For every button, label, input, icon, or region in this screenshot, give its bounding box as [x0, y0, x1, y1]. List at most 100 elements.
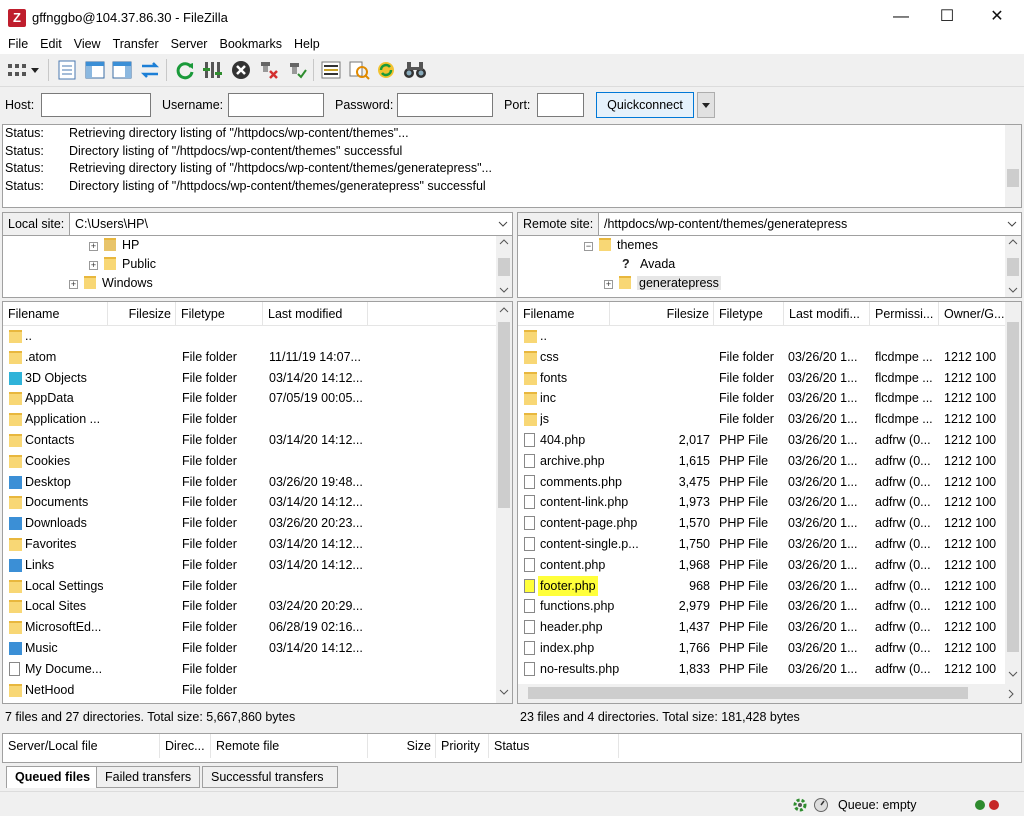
- queue-column-local-file[interactable]: Server/Local file: [3, 734, 160, 758]
- tree-node-public[interactable]: + Public: [89, 255, 156, 274]
- file-row[interactable]: css File folder 03/26/20 1... flcdmpe ... 12…: [518, 347, 1007, 368]
- speed-limit-icon[interactable]: [813, 797, 829, 813]
- file-row[interactable]: content-link.php 1,973 PHP File 03/26/20 1.…: [518, 492, 1007, 513]
- file-row[interactable]: ..: [518, 326, 1007, 347]
- scroll-down-icon[interactable]: [1008, 670, 1018, 678]
- file-row[interactable]: content-page.php 1,570 PHP File 03/26/20 1.…: [518, 513, 1007, 534]
- chevron-down-icon[interactable]: [498, 216, 508, 232]
- queue-column-priority[interactable]: Priority: [436, 734, 489, 758]
- local-directory-tree[interactable]: + HP + Public + Windows: [2, 236, 513, 298]
- file-row[interactable]: MicrosoftEd... File folder 06/28/19 02:16.…: [3, 617, 498, 638]
- close-button[interactable]: ✕: [974, 0, 1020, 34]
- file-row[interactable]: Cookies File folder: [3, 451, 498, 472]
- find-icon[interactable]: [375, 59, 397, 81]
- column-filename[interactable]: Filename: [518, 302, 610, 326]
- local-list-scrollbar[interactable]: [496, 302, 512, 703]
- tree-node-generatepress[interactable]: + generatepress: [604, 274, 721, 293]
- refresh-icon[interactable]: [174, 59, 196, 81]
- file-row[interactable]: content.php 1,968 PHP File 03/26/20 1... adf…: [518, 555, 1007, 576]
- tree-node-windows[interactable]: + Windows: [69, 274, 153, 293]
- quickconnect-button[interactable]: Quickconnect: [596, 92, 694, 118]
- file-row[interactable]: footer.php 968 PHP File 03/26/20 1... adfrw …: [518, 575, 1007, 597]
- tab-queued-files[interactable]: Queued files: [6, 766, 100, 788]
- scroll-up-icon[interactable]: [1008, 238, 1018, 246]
- queue-column-size[interactable]: Size: [368, 734, 436, 758]
- filter-icon[interactable]: [202, 59, 224, 81]
- local-tree-scrollbar[interactable]: [496, 236, 512, 297]
- remote-tree-scrollbar[interactable]: [1005, 236, 1021, 297]
- tab-successful-transfers[interactable]: Successful transfers: [202, 766, 338, 788]
- gear-icon[interactable]: [792, 797, 808, 813]
- scroll-down-icon[interactable]: [1008, 286, 1018, 294]
- username-input[interactable]: [228, 93, 324, 117]
- file-row[interactable]: no-results.php 1,833 PHP File 03/26/20 1...…: [518, 659, 1007, 680]
- file-row[interactable]: header.php 1,437 PHP File 03/26/20 1... adfr…: [518, 617, 1007, 638]
- scroll-down-icon[interactable]: [499, 286, 509, 294]
- file-row[interactable]: js File folder 03/26/20 1... flcdmpe ... 121…: [518, 409, 1007, 430]
- file-row[interactable]: Favorites File folder 03/14/20 14:12...: [3, 534, 498, 555]
- transfer-queue[interactable]: Server/Local file Direc... Remote file S…: [2, 733, 1022, 763]
- column-filetype[interactable]: Filetype: [714, 302, 784, 326]
- host-input[interactable]: [41, 93, 151, 117]
- file-row[interactable]: My Docume... File folder: [3, 659, 498, 680]
- column-filesize[interactable]: Filesize: [108, 302, 176, 326]
- log-scrollbar[interactable]: [1005, 125, 1021, 207]
- scroll-up-icon[interactable]: [499, 238, 509, 246]
- password-input[interactable]: [397, 93, 493, 117]
- minimize-button[interactable]: —: [878, 0, 924, 34]
- file-row[interactable]: content-single.p... 1,750 PHP File 03/26/20…: [518, 534, 1007, 555]
- file-row[interactable]: Documents File folder 03/14/20 14:12...: [3, 492, 498, 513]
- file-row[interactable]: Local Settings File folder: [3, 576, 498, 597]
- menu-file[interactable]: File: [0, 34, 32, 51]
- menu-edit[interactable]: Edit: [32, 34, 66, 51]
- file-row[interactable]: .atom File folder 11/11/19 14:07...: [3, 347, 498, 368]
- queue-column-direction[interactable]: Direc...: [160, 734, 211, 758]
- file-row[interactable]: fonts File folder 03/26/20 1... flcdmpe ...…: [518, 368, 1007, 389]
- disconnect-icon[interactable]: [258, 59, 280, 81]
- directory-compare-icon[interactable]: [320, 59, 342, 81]
- file-row[interactable]: 404.php 2,017 PHP File 03/26/20 1... adfrw (…: [518, 430, 1007, 451]
- remote-site-path[interactable]: /httpdocs/wp-content/themes/generatepres…: [604, 213, 847, 235]
- file-row[interactable]: comments.php 3,475 PHP File 03/26/20 1... ad…: [518, 472, 1007, 493]
- file-row[interactable]: inc File folder 03/26/20 1... flcdmpe ... 12…: [518, 388, 1007, 409]
- menu-transfer[interactable]: Transfer: [105, 34, 163, 51]
- chevron-down-icon[interactable]: [1007, 216, 1017, 232]
- scroll-down-icon[interactable]: [499, 688, 509, 696]
- file-row[interactable]: Local Sites File folder 03/24/20 20:29...: [3, 596, 498, 617]
- remote-file-list[interactable]: Filename Filesize Filetype Last modifi..…: [517, 301, 1022, 704]
- remote-directory-tree[interactable]: − themes ? Avada + generatepress: [517, 236, 1022, 298]
- menu-server[interactable]: Server: [163, 34, 212, 51]
- tree-node-themes[interactable]: − themes: [584, 236, 658, 255]
- sync-browse-icon[interactable]: [348, 59, 370, 81]
- column-owner-group[interactable]: Owner/G...: [939, 302, 1007, 326]
- queue-column-remote-file[interactable]: Remote file: [211, 734, 368, 758]
- column-permissions[interactable]: Permissi...: [870, 302, 939, 326]
- file-row[interactable]: Downloads File folder 03/26/20 20:23...: [3, 513, 498, 534]
- file-row[interactable]: 3D Objects File folder 03/14/20 14:12...: [3, 368, 498, 389]
- file-row[interactable]: NetHood File folder: [3, 680, 498, 701]
- quickconnect-history-dropdown[interactable]: [697, 92, 715, 118]
- scroll-up-icon[interactable]: [499, 306, 509, 314]
- menu-bookmarks[interactable]: Bookmarks: [211, 34, 286, 51]
- file-row[interactable]: functions.php 2,979 PHP File 03/26/20 1... a…: [518, 596, 1007, 617]
- file-row[interactable]: Music File folder 03/14/20 14:12...: [3, 638, 498, 659]
- tab-failed-transfers[interactable]: Failed transfers: [96, 766, 201, 788]
- remote-list-scrollbar[interactable]: [1005, 302, 1021, 684]
- file-row[interactable]: ..: [3, 326, 498, 347]
- file-row[interactable]: Contacts File folder 03/14/20 14:12...: [3, 430, 498, 451]
- file-row[interactable]: archive.php 1,615 PHP File 03/26/20 1... adf…: [518, 451, 1007, 472]
- column-filetype[interactable]: Filetype: [176, 302, 263, 326]
- cancel-icon[interactable]: [230, 59, 252, 81]
- file-row[interactable]: Application ... File folder: [3, 409, 498, 430]
- local-file-list[interactable]: Filename Filesize Filetype Last modified…: [2, 301, 513, 704]
- column-filename[interactable]: Filename: [3, 302, 108, 326]
- file-row[interactable]: AppData File folder 07/05/19 00:05...: [3, 388, 498, 409]
- column-last-modified[interactable]: Last modifi...: [784, 302, 870, 326]
- queue-column-status[interactable]: Status: [489, 734, 619, 758]
- local-site-path[interactable]: C:\Users\HP\: [75, 213, 148, 235]
- reconnect-icon[interactable]: [286, 59, 308, 81]
- tree-node-avada[interactable]: ? Avada: [622, 255, 675, 274]
- tree-node-hp[interactable]: + HP: [89, 236, 139, 255]
- scroll-right-icon[interactable]: [1007, 689, 1015, 699]
- menu-help[interactable]: Help: [286, 34, 324, 51]
